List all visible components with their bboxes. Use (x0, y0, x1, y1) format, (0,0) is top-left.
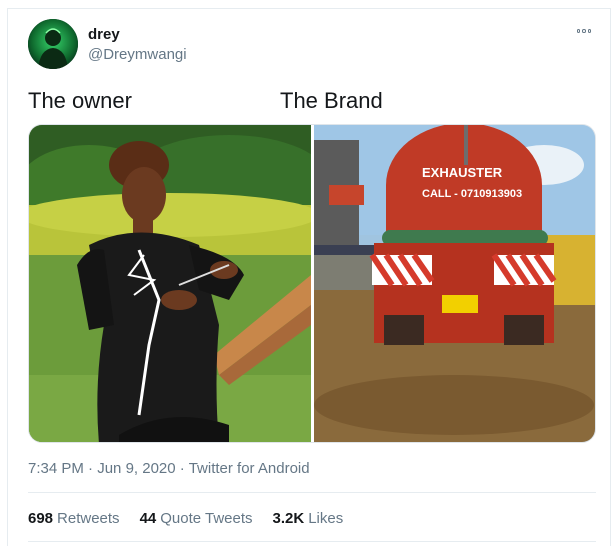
likes-stat[interactable]: 3.2K Likes (273, 510, 344, 527)
author-handle[interactable]: @Dreymwangi (88, 46, 187, 63)
tweet-text-owner: The owner (28, 88, 132, 113)
retweets-stat[interactable]: 698 Retweets (28, 510, 120, 527)
meta-separator: · (88, 460, 94, 477)
tweet-time[interactable]: 7:34 PM (28, 460, 84, 477)
truck-sign-line1: EXHAUSTER (422, 165, 503, 180)
quote-tweets-stat[interactable]: 44 Quote Tweets (140, 510, 253, 527)
meta-separator-2: · (179, 460, 185, 477)
author-name[interactable]: drey (88, 26, 120, 43)
avatar[interactable] (28, 19, 78, 69)
engagement-stats: 698 Retweets 44 Quote Tweets 3.2K Likes (28, 510, 343, 527)
photo-brand[interactable]: EXHAUSTER CALL - 0710913903 (314, 125, 595, 442)
tweet-text-brand: The Brand (280, 88, 383, 113)
photo-owner[interactable] (29, 125, 311, 442)
more-options-icon[interactable] (574, 24, 594, 38)
tweet-meta: 7:34 PM · Jun 9, 2020 · Twitter for Andr… (28, 460, 310, 477)
divider-top (28, 492, 596, 493)
truck-sign-line2: CALL - 0710913903 (422, 188, 522, 200)
divider-bottom (28, 541, 596, 542)
tweet-source[interactable]: Twitter for Android (189, 460, 310, 477)
tweet-date[interactable]: Jun 9, 2020 (97, 460, 175, 477)
media-grid: EXHAUSTER CALL - 0710913903 (28, 124, 596, 443)
